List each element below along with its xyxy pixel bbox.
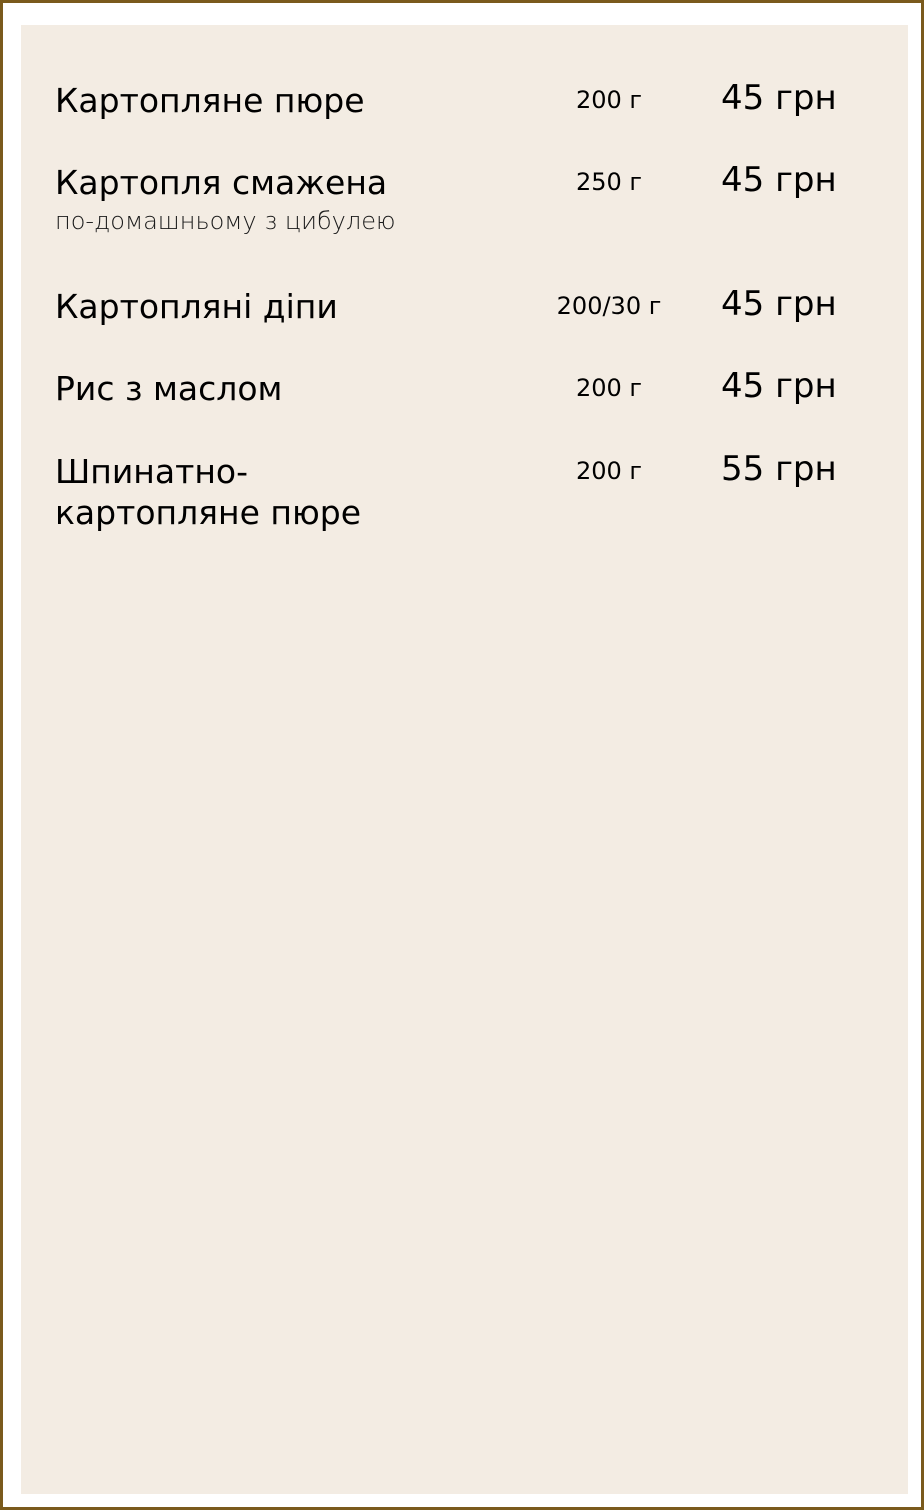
menu-item-weight: 200 г	[575, 86, 643, 114]
menu-item-name: Шпинатно- картопляне пюре	[55, 452, 362, 532]
menu-item-price: 45 грн	[721, 160, 837, 200]
menu-item-description: по-домашньому з цибулею	[55, 207, 396, 235]
menu-item-weight: 250 г	[575, 168, 643, 196]
menu-panel: Картопляне пюре 200 г 45 грн Картопля см…	[21, 25, 908, 1494]
menu-item-price: 45 грн	[721, 78, 837, 118]
menu-item-price: 45 грн	[721, 284, 837, 324]
menu-frame: Картопляне пюре 200 г 45 грн Картопля см…	[0, 0, 924, 1510]
menu-item-weight: 200 г	[575, 457, 643, 485]
menu-item-weight: 200/30 г	[556, 292, 662, 320]
menu-item-name: Картопляне пюре	[55, 81, 365, 120]
menu-item-name: Картопляні діпи	[55, 287, 338, 326]
menu-item-price: 55 грн	[721, 449, 837, 489]
menu-item-weight: 200 г	[575, 374, 643, 402]
menu-item-name: Картопля смажена	[55, 163, 388, 202]
menu-item-name: Рис з маслом	[55, 369, 283, 408]
menu-item-price: 45 грн	[721, 366, 837, 406]
